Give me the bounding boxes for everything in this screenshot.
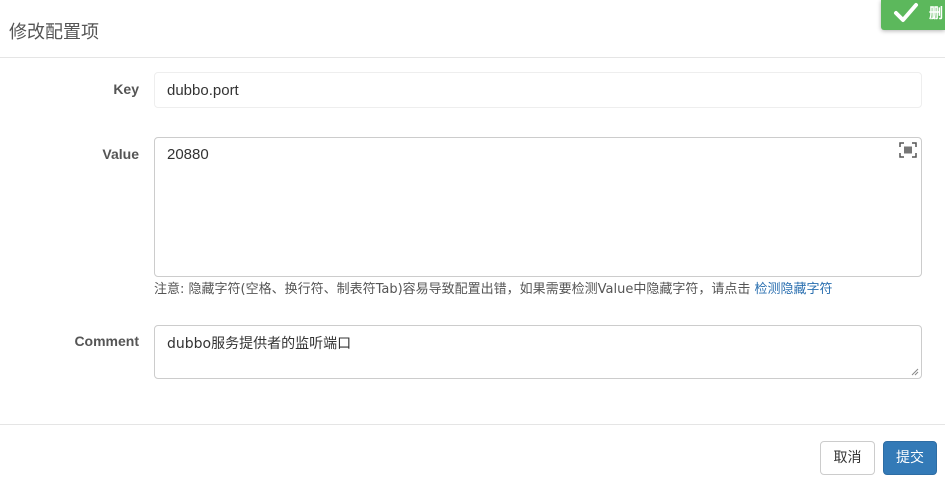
modal-footer: 取消 提交 [0, 424, 945, 489]
modal-header: 修改配置项 [0, 0, 945, 58]
success-toast: 删 [881, 0, 945, 30]
check-hidden-chars-link[interactable]: 检测隐藏字符 [755, 282, 833, 297]
cancel-button[interactable]: 取消 [820, 441, 875, 475]
fullscreen-icon[interactable] [899, 142, 917, 158]
comment-textarea[interactable]: dubbo服务提供者的监听端口 [154, 325, 922, 379]
hint-text: 注意: 隐藏字符(空格、换行符、制表符Tab)容易导致配置出错，如果需要检测Va… [154, 282, 755, 297]
comment-label: Comment [74, 333, 139, 349]
value-text: 20880 [167, 146, 209, 163]
check-icon [894, 3, 918, 22]
key-field: dubbo.port [154, 72, 922, 108]
key-label: Key [113, 81, 139, 97]
resize-grip-icon[interactable] [911, 368, 919, 376]
hidden-char-hint: 注意: 隐藏字符(空格、换行符、制表符Tab)容易导致配置出错，如果需要检测Va… [154, 278, 934, 297]
edit-config-modal: 修改配置项 Key dubbo.port Value 20880 注意: 隐藏字… [0, 0, 945, 489]
value-label: Value [102, 146, 139, 162]
value-editor[interactable]: 20880 [154, 137, 922, 277]
comment-text: dubbo服务提供者的监听端口 [167, 336, 352, 352]
submit-button[interactable]: 提交 [883, 441, 937, 475]
toast-text: 删 [929, 6, 943, 22]
modal-title: 修改配置项 [9, 22, 99, 43]
